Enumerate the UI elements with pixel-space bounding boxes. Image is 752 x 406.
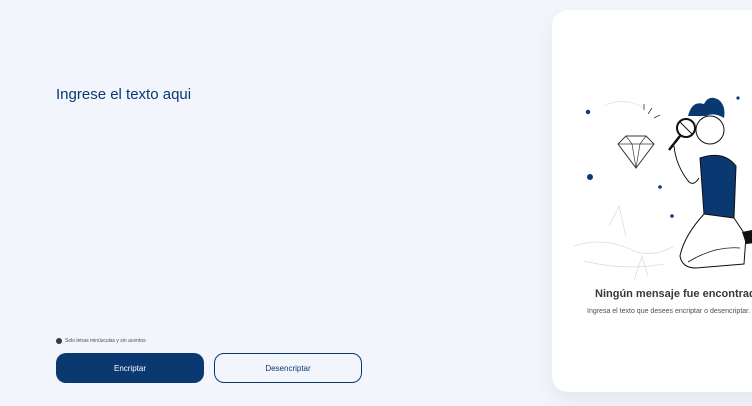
app-page: Solo letras minúsculas y sin acentos Enc…: [0, 0, 752, 406]
decrypt-button[interactable]: Desencriptar: [214, 353, 362, 383]
no-message-subtitle: Ingresa el texto que desees encriptar o …: [587, 308, 751, 315]
hint-text: Solo letras minúsculas y sin acentos: [65, 338, 146, 344]
person-with-magnifying-glass-illustration: [573, 96, 752, 282]
encrypt-button[interactable]: Encriptar: [56, 353, 204, 383]
hint: Solo letras minúsculas y sin acentos: [56, 338, 146, 344]
output-panel: Ningún mensaje fue encontrado Ingresa el…: [552, 10, 752, 392]
info-icon: [56, 338, 62, 344]
no-message-title: Ningún mensaje fue encontrado: [595, 288, 752, 300]
text-input[interactable]: [56, 86, 526, 316]
